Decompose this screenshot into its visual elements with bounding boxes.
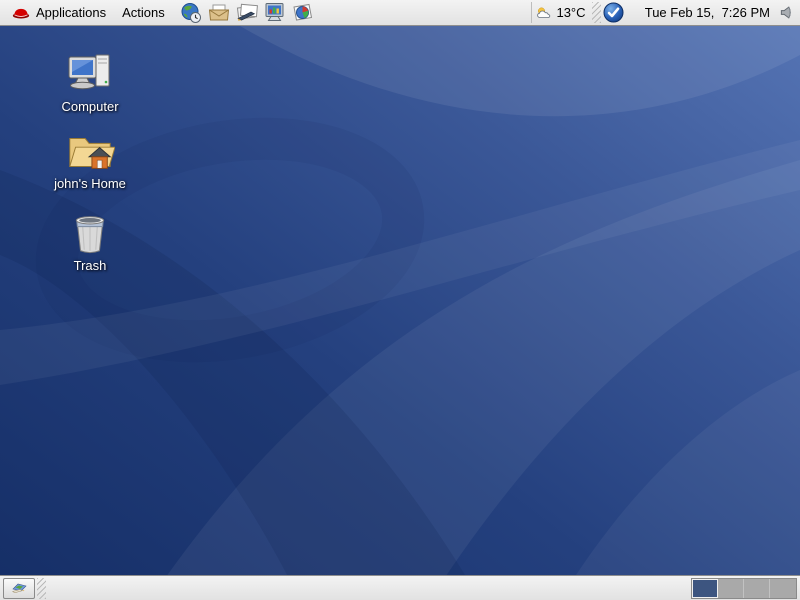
writer-icon: [235, 3, 259, 23]
home-folder-icon: [65, 131, 115, 173]
spreadsheet-pie-icon: [291, 3, 314, 22]
desktop-icon-computer[interactable]: Computer: [30, 52, 150, 114]
trash-can-icon: [71, 213, 109, 255]
tasklist-drag-handle[interactable]: [37, 578, 46, 599]
volume-applet[interactable]: [776, 3, 796, 23]
weather-cloud-icon: [536, 6, 554, 20]
show-desktop-button[interactable]: [3, 578, 35, 599]
update-check-icon: [603, 2, 624, 23]
workspace-1-active[interactable]: [692, 579, 718, 598]
actions-menu-label: Actions: [122, 5, 165, 20]
spreadsheet-launcher[interactable]: [291, 1, 315, 25]
presentation-icon: [264, 2, 286, 23]
desktop-icon-label: john's Home: [54, 176, 126, 191]
word-processor-launcher[interactable]: [235, 1, 259, 25]
update-notifier-applet[interactable]: [603, 2, 625, 24]
top-panel: Applications Actions: [0, 0, 800, 26]
workspace-switcher: [691, 578, 797, 599]
clock-applet[interactable]: Tue Feb 15, 7:26 PM: [625, 0, 776, 35]
presentation-launcher[interactable]: [263, 1, 287, 25]
launcher-bar: [179, 1, 315, 25]
desktop-icon-trash[interactable]: Trash: [30, 213, 150, 273]
web-browser-launcher[interactable]: [179, 1, 203, 25]
desktop-icon-home[interactable]: john's Home: [30, 131, 150, 191]
weather-temperature: 13°C: [556, 5, 585, 20]
email-icon: [208, 3, 230, 23]
computer-icon: [66, 52, 114, 96]
workspace-3[interactable]: [744, 579, 770, 598]
show-desktop-icon: [11, 581, 28, 595]
web-browser-icon: [180, 2, 202, 24]
bottom-panel: [0, 575, 800, 600]
applet-drag-handle[interactable]: [592, 2, 601, 23]
workspace-4[interactable]: [770, 579, 796, 598]
weather-applet[interactable]: 13°C: [531, 2, 589, 23]
desktop-icon-label: Computer: [61, 99, 118, 114]
desktop-icon-label: Trash: [74, 258, 107, 273]
clock-text: Tue Feb 15, 7:26 PM: [645, 5, 770, 20]
actions-menu[interactable]: Actions: [114, 0, 173, 25]
email-launcher[interactable]: [207, 1, 231, 25]
redhat-logo-icon: [12, 6, 30, 19]
applications-menu-label: Applications: [36, 5, 106, 20]
applications-menu[interactable]: Applications: [4, 0, 114, 25]
workspace-2[interactable]: [718, 579, 744, 598]
volume-speaker-icon: [779, 5, 794, 20]
